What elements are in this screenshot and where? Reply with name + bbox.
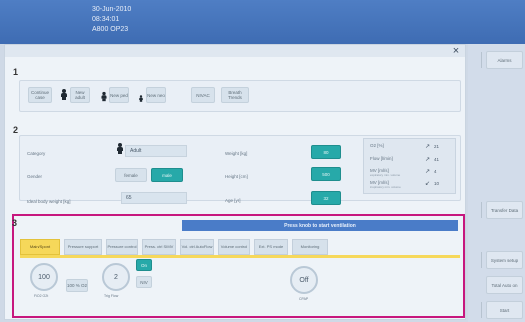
metric-o2: O2 [%] ↗ 21 [370,143,440,150]
age-label: Age [yr] [225,198,241,203]
niv-button[interactable]: NIV [136,276,152,288]
trend-arrow-icon: ↗ [425,144,431,150]
weight-label: Weight [kg] [225,151,248,156]
header-id: A800 OP23 [92,26,129,33]
adult-category-icon [117,143,123,154]
tab-main-spont[interactable]: Main/Spont [20,239,60,255]
neonate-icon [139,95,143,102]
transfer-data-button[interactable]: Transfer Data [486,201,523,219]
patient-metrics-box: O2 [%] ↗ 21 Flow [l/min] ↗ 41 MV [ml/s] … [363,138,456,194]
age-value-button[interactable]: 32 [311,191,341,205]
header-date: 30-Jun-2010 [92,6,132,13]
trend-arrow-icon: ↙ [425,181,431,187]
new-pediatric-button[interactable]: New ped [109,87,129,103]
top-bar: 30-Jun-2010 08:34:01 A800 OP23 [0,0,525,44]
section-3-number: 3 [12,218,18,228]
continue-case-button[interactable]: Continue case [28,87,52,103]
weight-value-button[interactable]: 80 [311,145,341,159]
start-button[interactable]: Start [486,301,523,319]
ibw-field: 65 [121,192,187,204]
tab-volume-control[interactable]: Volume control [218,239,250,255]
ventilation-mode-section: Press knob to start ventilation Main/Spo… [12,214,465,318]
new-adult-button[interactable]: New adult [70,87,90,103]
sidebar-divider [474,52,482,68]
header-time: 08:34:01 [92,16,120,23]
cpap-dial-label: CPAP [299,297,309,301]
metric-flow: Flow [l/min] ↗ 41 [370,156,440,163]
sidebar-divider [474,302,482,318]
sidebar-divider [474,202,482,218]
tab-vol-ctrl-autoflow[interactable]: Vol. ctrl AutoFlow [180,239,214,255]
metric-insp-volume: MV [ml/s] inspiratory min. volume ↙ 10 [370,180,440,189]
ibw-label: Ideal body weight [kg] [27,199,71,204]
start-ventilation-banner[interactable]: Press knob to start ventilation [182,220,458,231]
child-icon [101,91,107,102]
section-1-number: 1 [13,67,19,77]
trend-arrow-icon: ↗ [425,169,431,175]
sidebar-divider [474,252,482,268]
mode-tabs: Main/Spont Pressure support Pressure con… [20,239,460,255]
total-auto-button[interactable]: Total Auto on [486,276,523,294]
metric-exp-volume: MV [ml/s] expiratory min. volume ↗ 4 [370,168,437,177]
close-button[interactable]: × [449,45,463,57]
tab-press-ctrl-simv[interactable]: Press. ctrl SIMV [142,239,176,255]
nivac-button[interactable]: NIVAC [191,87,215,103]
tab-pressure-support[interactable]: Pressure support [64,239,102,255]
fio2-dial-label: FiO2 O2t [34,294,49,298]
section-2-number: 2 [13,125,19,135]
breath-trends-button[interactable]: Breath Trends [221,87,249,103]
tab-pressure-control[interactable]: Pressure control [106,239,138,255]
panel-title-bar: × [5,45,465,57]
tab-monitoring[interactable]: Monitoring [292,239,328,255]
category-label: Category [27,151,46,156]
tab-underline [20,255,460,258]
category-field[interactable]: Adult [125,145,187,157]
trigger-flow-dial[interactable]: 2 [102,263,130,291]
height-value-button[interactable]: 500 [311,167,341,181]
fio2-dial[interactable]: 100 [30,263,58,291]
trigger-flow-dial-label: Trig Flow [104,294,119,298]
trend-arrow-icon: ↗ [425,157,431,163]
adult-icon [61,89,67,100]
gender-male-button[interactable]: male [151,168,183,182]
gender-female-button[interactable]: female [115,168,147,182]
cpap-dial[interactable]: Off [290,266,318,294]
trigger-on-button[interactable]: On [136,259,152,271]
gender-label: Gender [27,174,43,179]
tab-ext-ps-mode[interactable]: Ext. PS mode [254,239,288,255]
alarms-button[interactable]: Alarms [486,51,523,69]
new-neonate-button[interactable]: New neo [146,87,166,103]
header-info: 30-Jun-2010 08:34:01 A800 OP23 [92,5,131,35]
o2-100-button[interactable]: 100 % O2 [66,279,88,292]
system-setup-button[interactable]: System setup [486,251,523,269]
height-label: Height [cm] [225,174,248,179]
